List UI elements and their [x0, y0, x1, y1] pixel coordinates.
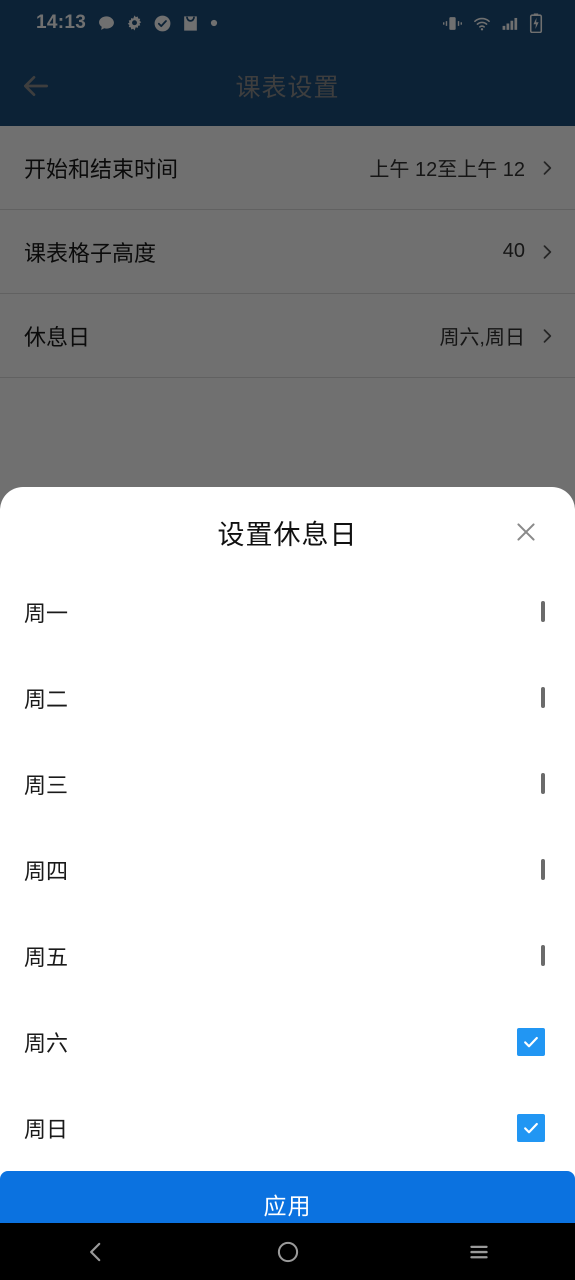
day-checkbox[interactable] [517, 1114, 545, 1142]
day-label: 周二 [24, 687, 69, 712]
close-button[interactable] [507, 513, 545, 551]
day-checkbox[interactable] [541, 773, 545, 794]
nav-recents-button[interactable] [383, 1223, 575, 1280]
day-row-thursday[interactable]: 周四 [0, 827, 575, 913]
day-checkbox[interactable] [541, 687, 545, 708]
day-checkbox[interactable] [541, 945, 545, 966]
phone-screen: 14:13 [0, 0, 575, 1280]
nav-recents-icon [470, 1245, 488, 1258]
day-row-saturday[interactable]: 周六 [0, 999, 575, 1085]
day-checkbox[interactable] [541, 859, 545, 880]
day-label: 周六 [24, 1031, 69, 1056]
day-label: 周四 [24, 859, 69, 884]
day-checkbox-list: 周一 周二 周三 周四 周五 周六 周日 [0, 569, 575, 1171]
dialog-header: 设置休息日 [0, 487, 575, 569]
apply-button[interactable]: 应用 [0, 1171, 575, 1223]
nav-home-icon [277, 1241, 298, 1262]
day-row-tuesday[interactable]: 周二 [0, 655, 575, 741]
android-nav-bar [0, 1223, 575, 1280]
day-label: 周日 [24, 1117, 69, 1142]
day-row-friday[interactable]: 周五 [0, 913, 575, 999]
nav-back-button[interactable] [0, 1223, 192, 1280]
nav-home-button[interactable] [192, 1223, 384, 1280]
day-label: 周五 [24, 945, 69, 970]
checkmark-icon [524, 1122, 538, 1134]
dialog-title: 设置休息日 [217, 520, 358, 550]
day-row-sunday[interactable]: 周日 [0, 1085, 575, 1171]
day-row-monday[interactable]: 周一 [0, 569, 575, 655]
checkmark-icon [524, 1036, 538, 1048]
rest-day-dialog: 设置休息日 周一 周二 周三 周四 周五 周六 周日 应用 [0, 487, 575, 1223]
nav-back-icon [89, 1242, 101, 1261]
close-icon [517, 523, 535, 541]
day-checkbox[interactable] [541, 601, 545, 622]
day-label: 周一 [24, 601, 69, 626]
day-row-wednesday[interactable]: 周三 [0, 741, 575, 827]
day-label: 周三 [24, 773, 69, 798]
day-checkbox[interactable] [517, 1028, 545, 1056]
